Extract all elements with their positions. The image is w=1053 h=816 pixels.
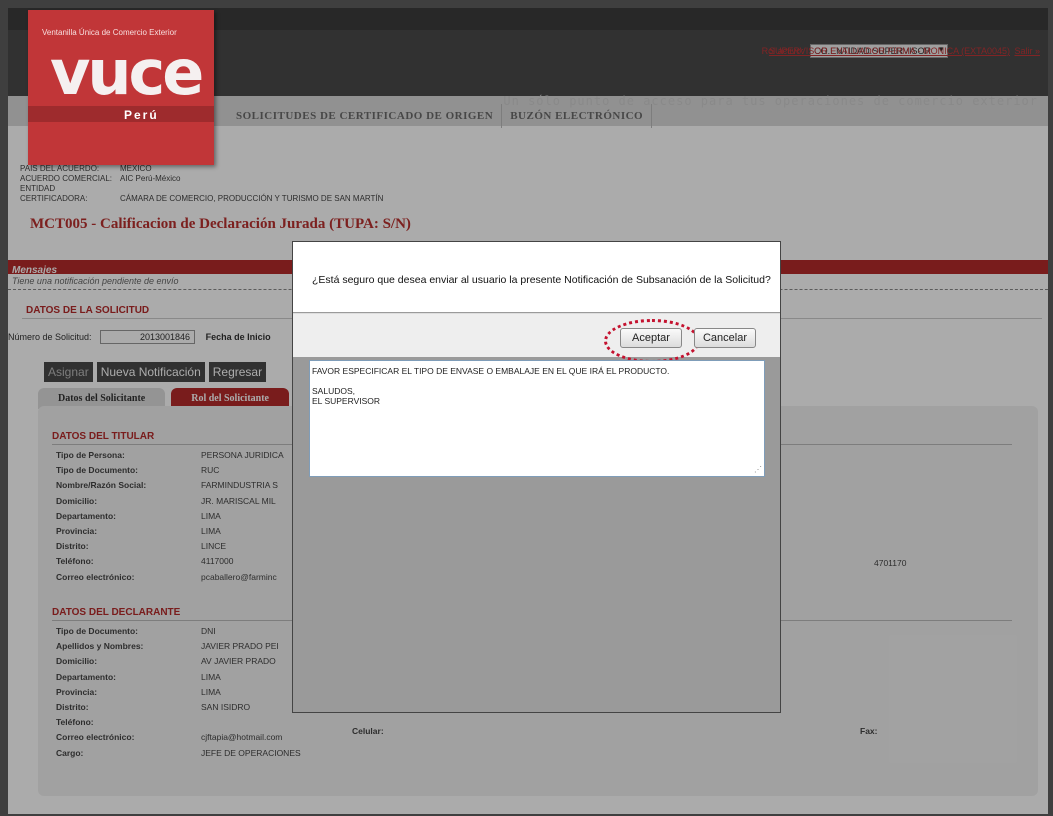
logo-country: Perú bbox=[124, 108, 159, 122]
resize-grip-icon[interactable]: ⋰ bbox=[754, 465, 762, 475]
cancelar-button[interactable]: Cancelar bbox=[694, 328, 756, 348]
textarea-line: FAVOR ESPECIFICAR EL TIPO DE ENVASE O EM… bbox=[312, 366, 670, 376]
logo-text: vuce bbox=[50, 36, 204, 109]
confirm-dialog: ¿Está seguro que desea enviar al usuario… bbox=[292, 241, 781, 713]
notification-textarea[interactable]: FAVOR ESPECIFICAR EL TIPO DE ENVASE O EM… bbox=[309, 360, 765, 477]
dialog-body: ¿Está seguro que desea enviar al usuario… bbox=[293, 242, 780, 312]
aceptar-button[interactable]: Aceptar bbox=[620, 328, 682, 348]
vuce-logo: Ventanilla Única de Comercio Exterior vu… bbox=[28, 10, 214, 165]
textarea-line: EL SUPERVISOR bbox=[312, 396, 381, 406]
dialog-question: ¿Está seguro que desea enviar al usuario… bbox=[312, 274, 771, 286]
textarea-line: SALUDOS, bbox=[312, 386, 355, 396]
dialog-button-bar: Aceptar Cancelar bbox=[293, 313, 780, 363]
